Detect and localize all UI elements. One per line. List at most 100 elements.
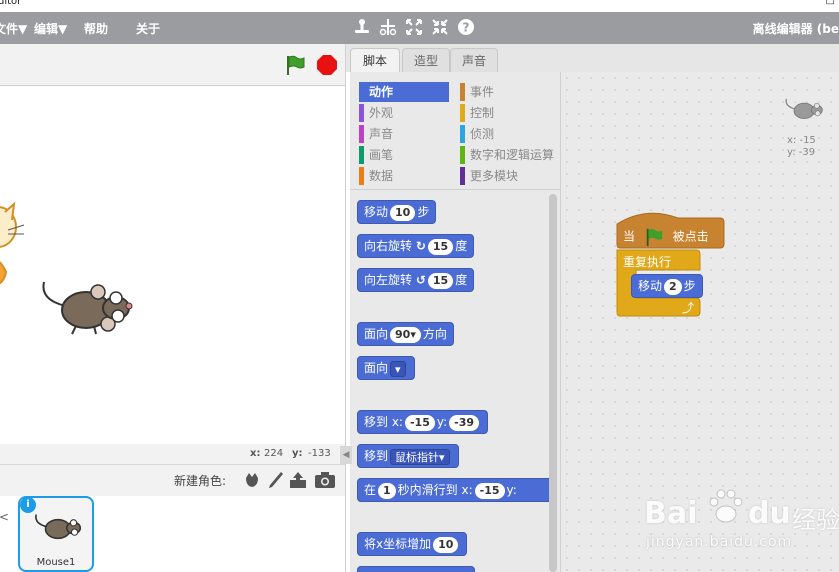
collapse-stage-arrow[interactable]: ◀ [340,446,352,464]
y-input[interactable]: -39 [449,414,479,431]
help-icon[interactable]: ? [456,17,476,37]
window-maximize-button[interactable]: □ [826,0,835,6]
category-events[interactable]: 事件 [460,82,558,102]
block-text: 方向 [422,327,447,341]
turn-left-block[interactable]: 向左旋转 ↺ 15 度 [357,268,475,292]
category-more-blocks-label: 更多模块 [470,169,519,183]
block-palette: 动作 外观 声音 画笔 数据 事件 控制 侦测 数字和逻辑运算 更多模块 移动 … [350,72,560,572]
control-swatch [460,104,465,122]
block-text: 向右旋转 [364,239,413,253]
block-text: 被点击 [672,229,709,244]
current-sprite-icon [785,98,823,119]
point-towards-block[interactable]: 面向 ▾ [357,356,415,380]
paint-brush-icon[interactable] [266,470,284,490]
mouse-y-value: -133 [308,448,331,459]
cut-icon[interactable] [378,17,398,37]
sprite-x: x: -15 [787,135,816,146]
palette-scrollbar[interactable] [549,194,557,572]
block-text: 向左旋转 [364,273,413,287]
steps-input[interactable]: 2 [664,278,682,295]
forever-block[interactable]: 重复执行 [623,253,671,270]
move-steps-block[interactable]: 移动 10 步 [357,200,437,224]
x-input[interactable]: -15 [404,414,435,431]
point-in-direction-block[interactable]: 面向 90▾ 方向 [357,322,454,346]
baidu-watermark: Bai du 经验 jingyan.baidu.com [640,486,839,556]
block-text: 步 [683,279,696,293]
block-text: y: [436,415,448,429]
camera-icon[interactable] [314,471,336,489]
go-to-xy-block[interactable]: 移到 x: -15 y: -39 [357,410,488,434]
menu-help[interactable]: 帮助 [84,20,108,37]
stop-icon[interactable] [316,54,338,76]
go-to-block[interactable]: 移到 鼠标指针▾ [357,444,459,468]
menu-file[interactable]: 文件▼ [0,20,27,37]
tab-sounds[interactable]: 声音 [450,48,498,73]
degrees-input[interactable]: 15 [427,238,454,255]
menubar: 文件▼ 编辑▼ 帮助 关于 ? 离线编辑器 (be [0,12,839,44]
degrees-input[interactable]: 15 [427,272,454,289]
tab-scripts[interactable]: 脚本 [350,48,400,73]
next-block[interactable] [357,566,475,572]
steps-input[interactable]: 10 [390,204,416,221]
scroll-left-arrow[interactable]: < [0,510,9,524]
change-x-input[interactable]: 10 [433,536,459,553]
category-operators-label: 数字和逻辑运算 [470,148,555,162]
sprite-list: < i Mouse1 [0,496,346,572]
more-blocks-swatch [460,167,465,185]
category-more-blocks[interactable]: 更多模块 [460,166,558,186]
category-data[interactable]: 数据 [359,166,449,186]
when-flag-clicked-block[interactable]: 当 被点击 [623,227,709,247]
mouse-coordinates: x: 224 y: -133 [0,444,346,464]
block-text: 移动 [638,279,663,293]
direction-input[interactable]: 90▾ [390,326,421,343]
loop-arrow-icon: ⤴ [682,301,695,315]
category-sensing[interactable]: 侦测 [460,124,558,144]
grow-icon[interactable] [404,17,424,37]
category-control[interactable]: 控制 [460,103,558,123]
category-sound-label: 声音 [369,127,394,141]
stamp-icon[interactable] [352,17,372,37]
cat-sprite[interactable] [0,192,30,292]
x-input[interactable]: -15 [474,482,505,499]
tab-costumes[interactable]: 造型 [402,48,450,73]
mouse-y-label: y: [292,448,303,459]
menu-edit[interactable]: 编辑▼ [34,20,67,37]
stage[interactable] [0,86,346,444]
category-pen[interactable]: 画笔 [359,145,449,165]
window-titlebar: ditor □ [0,0,839,12]
seconds-input[interactable]: 1 [378,482,396,499]
block-text: 度 [455,273,468,287]
menu-about[interactable]: 关于 [136,20,160,37]
glide-block[interactable]: 在 1 秒内滑行到 x: -15 y: [357,478,557,502]
looks-swatch [359,104,364,122]
category-sound[interactable]: 声音 [359,124,449,144]
green-flag-icon[interactable] [284,54,306,76]
category-operators[interactable]: 数字和逻辑运算 [460,145,558,165]
block-text: 移到 x: [364,415,403,429]
category-motion[interactable]: 动作 [359,82,449,102]
category-motion-label: 动作 [369,85,394,99]
block-text: 面向 [364,327,389,341]
block-text: 将x坐标增加 [364,537,432,551]
watermark-brand: Bai [644,496,698,531]
events-swatch [460,83,465,101]
mouse-sprite[interactable] [36,276,140,340]
category-control-label: 控制 [470,106,495,120]
category-looks[interactable]: 外观 [359,103,449,123]
goto-target-dropdown[interactable]: 鼠标指针▾ [390,448,450,465]
script-move-steps-block[interactable]: 移动 2 步 [631,274,703,298]
blocks-list: 移动 10 步 向右旋转 ↻ 15 度 向左旋转 ↺ 15 度 面向 90▾ 方向 面向 ▾ 移到… [350,190,560,572]
turn-right-block[interactable]: 向右旋转 ↻ 15 度 [357,234,475,258]
shrink-icon[interactable] [430,17,450,37]
sprite-library-icon[interactable] [242,470,262,490]
change-x-block[interactable]: 将x坐标增加 10 [357,532,468,556]
block-text: 在 [364,483,377,497]
sprite-thumbnail-mouse1[interactable]: i Mouse1 [18,496,94,572]
upload-sprite-icon[interactable] [288,470,308,490]
sprite-y: y: -39 [787,147,816,158]
sprite-name: Mouse1 [36,557,76,568]
block-text: 当 [623,229,636,244]
block-text: 度 [455,239,468,253]
towards-dropdown[interactable]: ▾ [390,360,406,377]
block-text: y: [506,483,517,497]
